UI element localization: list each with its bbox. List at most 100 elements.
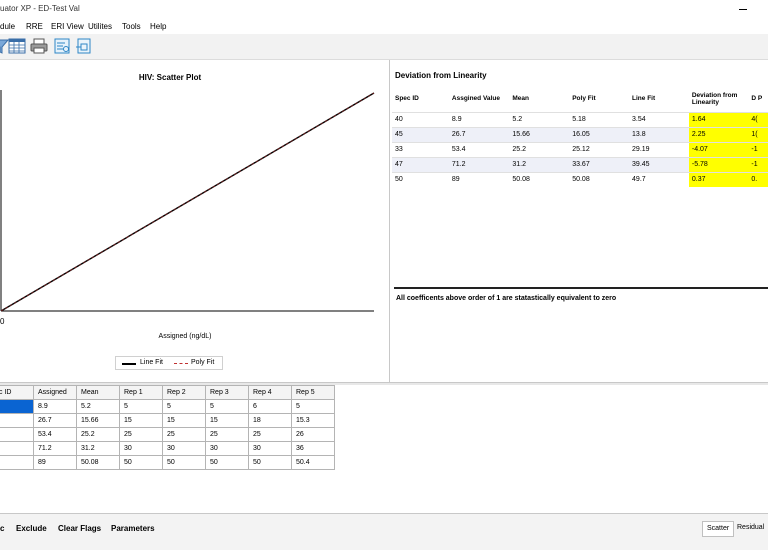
bottom-action-bar: c Exclude Clear Flags Parameters Scatter…: [0, 513, 768, 550]
deviation-row[interactable]: 45 26.7 15.66 16.05 13.8 2.25 1(: [392, 126, 768, 142]
printer-icon[interactable]: [30, 37, 48, 55]
grid-header-rep2[interactable]: Rep 2: [162, 385, 206, 400]
grid-cell[interactable]: 26: [291, 427, 335, 442]
grid-row[interactable]: 26.7 15.66 15 15 15 18 15.3: [0, 413, 335, 428]
dev-header-spec-id: Spec ID: [395, 95, 419, 103]
grid-cell[interactable]: 50.08: [76, 455, 120, 470]
grid-header-assigned[interactable]: Assigned: [33, 385, 77, 400]
deviation-cell: 47: [392, 156, 449, 172]
grid-cell[interactable]: 30: [162, 441, 206, 456]
menu-eri-view[interactable]: ERI View: [51, 22, 84, 31]
legend-line-fit-label: Line Fit: [140, 359, 163, 366]
grid-header-rep5[interactable]: Rep 5: [291, 385, 335, 400]
menu-tools[interactable]: Tools: [122, 22, 141, 31]
grid-cell[interactable]: [0, 427, 34, 442]
menu-module[interactable]: dule: [0, 22, 15, 31]
deviation-row[interactable]: 47 71.2 31.2 33.67 39.45 -5.78 -1: [392, 156, 768, 172]
grid-cell[interactable]: 30: [205, 441, 249, 456]
grid-cell[interactable]: 6: [248, 399, 292, 414]
grid-cell[interactable]: 15: [119, 413, 163, 428]
grid-header-rep3[interactable]: Rep 3: [205, 385, 249, 400]
grid-cell[interactable]: 5: [162, 399, 206, 414]
menu-rre[interactable]: RRE: [26, 22, 43, 31]
menu-help[interactable]: Help: [150, 22, 166, 31]
grid-header-rep1[interactable]: Rep 1: [119, 385, 163, 400]
parameters-button[interactable]: Parameters: [111, 524, 155, 533]
dev-header-poly-fit: Poly Fit: [572, 95, 596, 103]
report-icon[interactable]: [53, 37, 71, 55]
grid-cell[interactable]: 5: [119, 399, 163, 414]
grid-cell[interactable]: 25: [119, 427, 163, 442]
exclude-button[interactable]: Exclude: [16, 524, 47, 533]
menu-utilites[interactable]: Utilites: [88, 22, 112, 31]
deviation-cell: 0.: [748, 171, 768, 187]
deviation-cell: 15.66: [509, 126, 570, 142]
grid-cell[interactable]: 50: [119, 455, 163, 470]
grid-cell[interactable]: [0, 399, 34, 414]
grid-cell[interactable]: 36: [291, 441, 335, 456]
grid-cell[interactable]: 15.66: [76, 413, 120, 428]
grid-cell[interactable]: 50: [205, 455, 249, 470]
clear-flags-button[interactable]: Clear Flags: [58, 524, 101, 533]
dev-header-assigned: Assgined Value: [451, 95, 500, 103]
calc-button[interactable]: c: [0, 524, 4, 533]
grid-cell[interactable]: 8.9: [33, 399, 77, 414]
grid-cell[interactable]: [0, 455, 34, 470]
deviation-cell: 8.9: [448, 111, 510, 127]
grid-header-spec-id[interactable]: c ID: [0, 385, 34, 400]
grid-cell[interactable]: 25: [162, 427, 206, 442]
grid-header-rep4[interactable]: Rep 4: [248, 385, 292, 400]
chart-title: HIV: Scatter Plot: [138, 73, 202, 82]
grid-cell[interactable]: [0, 413, 34, 428]
grid-cell[interactable]: 50: [248, 455, 292, 470]
table-icon[interactable]: [8, 37, 26, 55]
tab-residual[interactable]: Residual: [733, 521, 768, 537]
tab-scatter[interactable]: Scatter: [702, 521, 735, 537]
grid-cell[interactable]: 71.2: [33, 441, 77, 456]
deviation-cell: -5.78: [688, 156, 749, 172]
grid-cell[interactable]: 25: [205, 427, 249, 442]
grid-cell[interactable]: [0, 441, 34, 456]
grid-row[interactable]: 71.2 31.2 30 30 30 30 36: [0, 441, 335, 456]
deviation-cell: 45: [392, 126, 449, 142]
grid-cell[interactable]: 25: [248, 427, 292, 442]
deviation-cell: 4(: [748, 111, 768, 127]
legend-poly-fit-swatch: [174, 363, 188, 364]
grid-cell[interactable]: 89: [33, 455, 77, 470]
grid-cell[interactable]: 53.4: [33, 427, 77, 442]
deviation-cell: 49.7: [629, 171, 689, 187]
grid-cell[interactable]: 50.4: [291, 455, 335, 470]
deviation-panel: Deviation from Linearity Spec ID Assgine…: [389, 64, 768, 385]
deviation-row[interactable]: 50 89 50.08 50.08 49.7 0.37 0.: [392, 171, 768, 187]
grid-cell[interactable]: 30: [119, 441, 163, 456]
deviation-cell: 39.45: [629, 156, 689, 172]
grid-cell[interactable]: 50: [162, 455, 206, 470]
grid-header-mean[interactable]: Mean: [76, 385, 120, 400]
grid-cell[interactable]: 26.7: [33, 413, 77, 428]
deviation-row[interactable]: 40 8.9 5.2 5.18 3.54 1.64 4(: [392, 111, 768, 127]
title-bar: uator XP - ED-Test Val: [0, 0, 768, 20]
grid-cell[interactable]: 5: [205, 399, 249, 414]
coefficient-note: All coefficents above order of 1 are sta…: [396, 295, 617, 302]
grid-cell[interactable]: 15: [205, 413, 249, 428]
grid-cell[interactable]: 15: [162, 413, 206, 428]
grid-row[interactable]: 53.4 25.2 25 25 25 25 26: [0, 427, 335, 442]
deviation-cell: 0.37: [688, 171, 749, 187]
grid-cell[interactable]: 5: [291, 399, 335, 414]
export-icon[interactable]: [75, 37, 93, 55]
grid-cell[interactable]: 15.3: [291, 413, 335, 428]
minimize-icon[interactable]: [736, 2, 750, 16]
chart-legend: Line Fit Poly Fit: [115, 356, 223, 370]
grid-cell[interactable]: 18: [248, 413, 292, 428]
grid-cell[interactable]: 5.2: [76, 399, 120, 414]
grid-row[interactable]: 8.9 5.2 5 5 5 6 5: [0, 399, 335, 414]
menu-bar: dule RRE ERI View Utilites Tools Help: [0, 20, 768, 34]
grid-cell[interactable]: 25.2: [76, 427, 120, 442]
grid-cell[interactable]: 31.2: [76, 441, 120, 456]
deviation-row[interactable]: 33 53.4 25.2 25.12 29.19 -4.07 -1: [392, 141, 768, 157]
grid-cell[interactable]: 30: [248, 441, 292, 456]
deviation-cell: 16.05: [569, 126, 630, 142]
deviation-cell: 50.08: [569, 171, 630, 187]
grid-row[interactable]: 89 50.08 50 50 50 50 50.4: [0, 455, 335, 470]
x-tick-origin: 0: [0, 317, 5, 326]
